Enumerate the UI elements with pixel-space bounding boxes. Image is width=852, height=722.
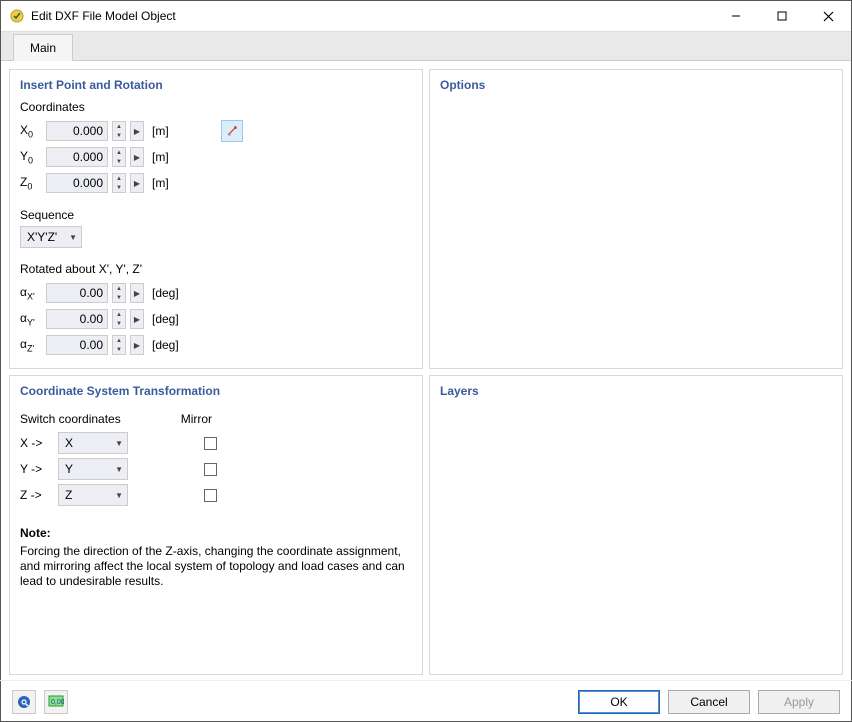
panel-coord-transform: Coordinate System Transformation Switch … [9, 375, 423, 675]
chevron-down-icon: ▼ [69, 233, 77, 242]
spinner-up-icon[interactable]: ▲ [113, 284, 125, 293]
alpha-x-unit: [deg] [152, 286, 179, 300]
alpha-x-step[interactable]: ▶ [130, 283, 144, 303]
content-area: Insert Point and Rotation Coordinates X0… [1, 61, 851, 683]
note-body: Forcing the direction of the Z-axis, cha… [20, 544, 410, 589]
x0-step[interactable]: ▶ [130, 121, 144, 141]
mirror-y-checkbox[interactable] [204, 463, 217, 476]
switch-z-value: Z [65, 488, 72, 502]
spinner-up-icon[interactable]: ▲ [113, 122, 125, 131]
spinner-down-icon[interactable]: ▼ [113, 131, 125, 140]
z0-label: Z0 [20, 175, 42, 191]
x0-label: X0 [20, 123, 42, 139]
footer: 0,00 OK Cancel Apply [0, 680, 852, 722]
ok-button[interactable]: OK [578, 690, 660, 714]
switch-y-label: Y -> [20, 462, 50, 476]
alpha-z-step[interactable]: ▶ [130, 335, 144, 355]
switch-y-value: Y [65, 462, 73, 476]
alpha-z-spinner[interactable]: ▲▼ [112, 335, 126, 355]
alpha-x-input[interactable]: 0.00 [46, 283, 108, 303]
z0-input[interactable]: 0.000 [46, 173, 108, 193]
alpha-y-unit: [deg] [152, 312, 179, 326]
panel-layers: Layers [429, 375, 843, 675]
tab-main[interactable]: Main [13, 34, 73, 61]
x0-spinner[interactable]: ▲▼ [112, 121, 126, 141]
spinner-down-icon[interactable]: ▼ [113, 157, 125, 166]
alpha-y-step[interactable]: ▶ [130, 309, 144, 329]
switch-y-select[interactable]: Y ▼ [58, 458, 128, 480]
minimize-button[interactable] [713, 1, 759, 31]
sequence-value: X'Y'Z' [27, 230, 57, 244]
spinner-up-icon[interactable]: ▲ [113, 174, 125, 183]
tabstrip: Main [1, 31, 851, 61]
cancel-button[interactable]: Cancel [668, 690, 750, 714]
help-button[interactable] [12, 690, 36, 714]
alpha-y-input[interactable]: 0.00 [46, 309, 108, 329]
z0-spinner[interactable]: ▲▼ [112, 173, 126, 193]
panel-insert: Insert Point and Rotation Coordinates X0… [9, 69, 423, 369]
axis-preview-button[interactable] [221, 120, 243, 142]
apply-label: Apply [784, 695, 814, 709]
note-title: Note: [20, 526, 412, 540]
switch-x-value: X [65, 436, 73, 450]
spinner-down-icon[interactable]: ▼ [113, 345, 125, 354]
spinner-up-icon[interactable]: ▲ [113, 336, 125, 345]
y0-unit: [m] [152, 150, 169, 164]
switch-x-select[interactable]: X ▼ [58, 432, 128, 454]
panel-coord-title: Coordinate System Transformation [20, 384, 412, 398]
window-title: Edit DXF File Model Object [31, 9, 713, 23]
z0-unit: [m] [152, 176, 169, 190]
svg-text:0,00: 0,00 [51, 699, 64, 706]
alpha-y-label: αY' [20, 311, 42, 327]
ok-label: OK [610, 695, 627, 709]
alpha-x-spinner[interactable]: ▲▼ [112, 283, 126, 303]
y0-label: Y0 [20, 149, 42, 165]
x0-unit: [m] [152, 124, 169, 138]
switch-x-label: X -> [20, 436, 50, 450]
panel-insert-title: Insert Point and Rotation [20, 78, 412, 92]
spinner-down-icon[interactable]: ▼ [113, 293, 125, 302]
spinner-up-icon[interactable]: ▲ [113, 310, 125, 319]
maximize-button[interactable] [759, 1, 805, 31]
titlebar: Edit DXF File Model Object [1, 1, 851, 31]
alpha-x-label: αX' [20, 285, 42, 301]
apply-button[interactable]: Apply [758, 690, 840, 714]
chevron-down-icon: ▼ [115, 465, 123, 474]
tab-main-label: Main [30, 41, 56, 55]
y0-step[interactable]: ▶ [130, 147, 144, 167]
alpha-z-unit: [deg] [152, 338, 179, 352]
x0-input[interactable]: 0.000 [46, 121, 108, 141]
spinner-down-icon[interactable]: ▼ [113, 183, 125, 192]
chevron-down-icon: ▼ [115, 439, 123, 448]
sequence-select[interactable]: X'Y'Z' ▼ [20, 226, 82, 248]
mirror-z-checkbox[interactable] [204, 489, 217, 502]
panel-options: Options [429, 69, 843, 369]
mirror-label: Mirror [181, 412, 212, 426]
spinner-up-icon[interactable]: ▲ [113, 148, 125, 157]
z0-step[interactable]: ▶ [130, 173, 144, 193]
alpha-y-spinner[interactable]: ▲▼ [112, 309, 126, 329]
panel-layers-title: Layers [440, 384, 832, 398]
switch-z-label: Z -> [20, 488, 50, 502]
coordinates-label: Coordinates [20, 100, 412, 114]
alpha-z-input[interactable]: 0.00 [46, 335, 108, 355]
mirror-x-checkbox[interactable] [204, 437, 217, 450]
sequence-label: Sequence [20, 208, 412, 222]
cancel-label: Cancel [690, 695, 727, 709]
units-button[interactable]: 0,00 [44, 690, 68, 714]
alpha-z-label: αZ' [20, 337, 42, 353]
rotated-label: Rotated about X', Y', Z' [20, 262, 412, 276]
spinner-down-icon[interactable]: ▼ [113, 319, 125, 328]
app-icon [9, 8, 25, 24]
y0-spinner[interactable]: ▲▼ [112, 147, 126, 167]
y0-input[interactable]: 0.000 [46, 147, 108, 167]
switch-coords-label: Switch coordinates [20, 412, 121, 426]
chevron-down-icon: ▼ [115, 491, 123, 500]
panel-options-title: Options [440, 78, 832, 92]
switch-z-select[interactable]: Z ▼ [58, 484, 128, 506]
close-button[interactable] [805, 1, 851, 31]
